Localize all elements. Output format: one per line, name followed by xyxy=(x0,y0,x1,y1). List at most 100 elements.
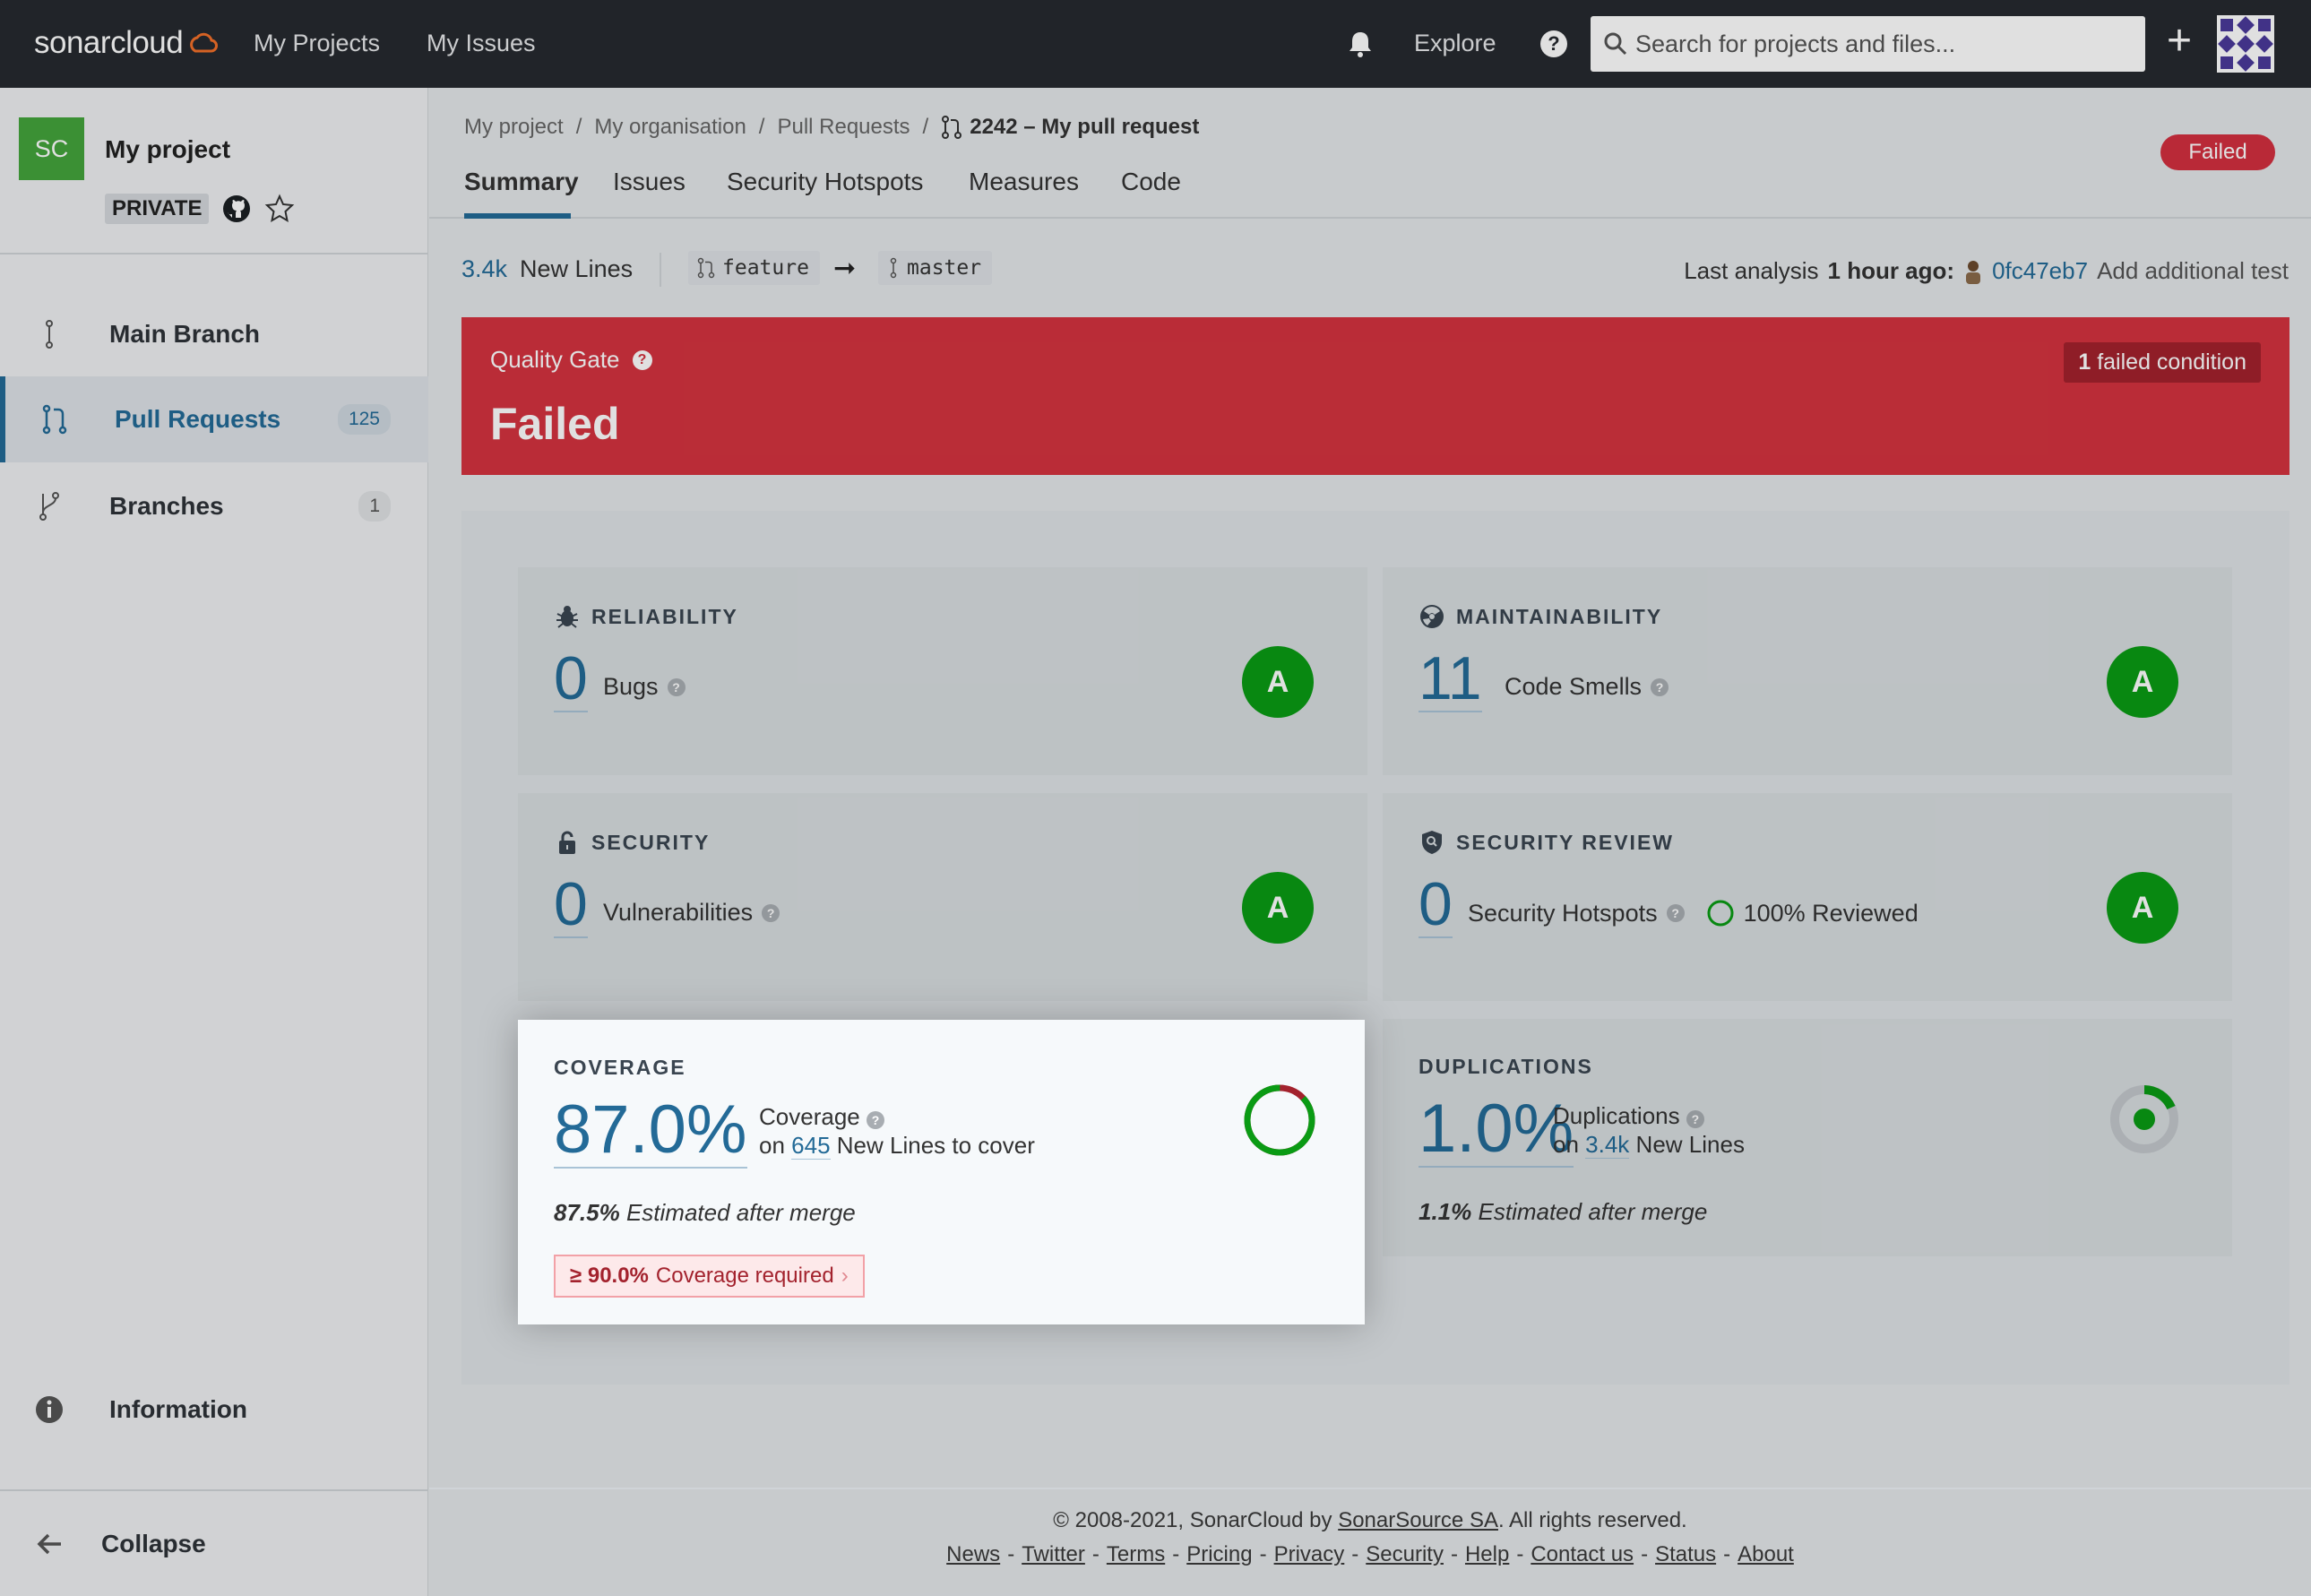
github-icon[interactable] xyxy=(221,194,252,224)
arrow-left-icon xyxy=(37,1533,61,1555)
tab-measures[interactable]: Measures xyxy=(969,168,1079,196)
main-branch-icon xyxy=(890,257,897,279)
copyright-suffix: . All rights reserved. xyxy=(1497,1508,1687,1532)
commit-message: Add additional test xyxy=(2097,257,2289,284)
coverage-gauge-icon xyxy=(1244,1084,1315,1156)
sidebar-item-main-branch[interactable]: Main Branch xyxy=(0,291,428,377)
failed-conditions-badge[interactable]: 1 failed condition xyxy=(2064,342,2261,383)
security-hotspots-count[interactable]: 0 xyxy=(1419,872,1453,938)
new-lines-summary: 3.4k New Lines xyxy=(461,255,633,283)
author-avatar xyxy=(1966,260,1981,284)
tab-code[interactable]: Code xyxy=(1121,168,1181,196)
pull-request-icon xyxy=(42,404,67,435)
footer-link-terms[interactable]: Terms xyxy=(1107,1542,1165,1566)
breadcrumb-pull-requests[interactable]: Pull Requests xyxy=(777,115,910,140)
footer-link-security[interactable]: Security xyxy=(1366,1542,1444,1566)
project-name[interactable]: My project xyxy=(105,135,230,164)
quality-gate-title: Quality Gate ? xyxy=(490,346,652,374)
help-icon[interactable]: ? xyxy=(1666,904,1685,922)
coverage-required-label: Coverage required xyxy=(655,1264,834,1288)
create-plus-button[interactable]: + xyxy=(2167,20,2192,63)
duplications-lines-link[interactable]: 3.4k xyxy=(1585,1131,1630,1159)
notifications-bell-icon[interactable] xyxy=(1347,30,1374,58)
help-icon[interactable]: ? xyxy=(1540,30,1567,57)
reliability-label: RELIABILITY xyxy=(591,604,738,628)
code-smells-count[interactable]: 11 xyxy=(1419,646,1482,712)
sidebar-item-information[interactable]: Information xyxy=(0,1367,428,1453)
code-smell-icon xyxy=(1420,605,1444,628)
coverage-label: Coverage xyxy=(759,1103,860,1130)
sonarsource-link[interactable]: SonarSource SA xyxy=(1338,1508,1498,1532)
collapse-sidebar-button[interactable]: Collapse xyxy=(0,1501,428,1587)
search-placeholder: Search for projects and files... xyxy=(1635,30,1956,57)
nav-my-projects[interactable]: My Projects xyxy=(254,30,380,57)
vulnerabilities-label: Vulnerabilities ? xyxy=(603,899,780,927)
coverage-required-value: ≥ 90.0% xyxy=(570,1264,649,1288)
footer-link-about[interactable]: About xyxy=(1738,1542,1794,1566)
vulnerabilities-text: Vulnerabilities xyxy=(603,899,754,926)
analysis-time: 1 hour ago: xyxy=(1827,257,1955,284)
pull-request-title: 2242 – My pull request xyxy=(970,115,1200,139)
duplications-value[interactable]: 1.0% xyxy=(1419,1092,1574,1168)
breadcrumb-current: 2242 – My pull request xyxy=(941,115,1199,140)
footer-link-status[interactable]: Status xyxy=(1655,1542,1716,1566)
security-review-label: SECURITY REVIEW xyxy=(1456,830,1674,854)
footer-link-privacy[interactable]: Privacy xyxy=(1274,1542,1345,1566)
bugs-count[interactable]: 0 xyxy=(554,646,588,712)
sidebar-item-label: Information xyxy=(109,1395,247,1423)
global-search-input[interactable]: Search for projects and files... xyxy=(1591,16,2145,72)
security-rating[interactable]: A xyxy=(1242,872,1314,944)
duplications-lines-label: New Lines xyxy=(1635,1131,1745,1158)
coverage-required-condition[interactable]: ≥ 90.0% Coverage required › xyxy=(554,1255,865,1298)
collapse-label: Collapse xyxy=(101,1530,206,1557)
help-icon[interactable]: ? xyxy=(1686,1110,1704,1128)
footer-link-help[interactable]: Help xyxy=(1465,1542,1509,1566)
breadcrumb-organisation[interactable]: My organisation xyxy=(594,115,746,140)
top-navigation-bar: sonar cloud My Projects My Issues Explore… xyxy=(0,0,2311,88)
user-avatar[interactable] xyxy=(2217,15,2274,73)
sidebar-item-pull-requests[interactable]: Pull Requests 125 xyxy=(0,376,428,462)
help-icon[interactable]: ? xyxy=(866,1111,884,1129)
nav-my-issues[interactable]: My Issues xyxy=(427,30,536,57)
sonarcloud-logo[interactable]: sonar cloud xyxy=(34,25,219,61)
tab-summary[interactable]: Summary xyxy=(464,168,579,196)
coverage-estimate-value: 87.5% xyxy=(554,1199,620,1226)
maintainability-rating[interactable]: A xyxy=(2107,646,2178,718)
reliability-title: RELIABILITY xyxy=(554,603,738,630)
duplications-detail: Duplications ? on 3.4k New Lines xyxy=(1553,1101,1745,1159)
duplications-estimate-label: Estimated after merge xyxy=(1478,1198,1708,1225)
footer-link-pricing[interactable]: Pricing xyxy=(1186,1542,1252,1566)
security-card: SECURITY 0 Vulnerabilities ? A xyxy=(518,793,1367,1001)
bugs-text: Bugs xyxy=(603,673,659,700)
help-icon[interactable]: ? xyxy=(632,349,652,370)
help-icon[interactable]: ? xyxy=(762,903,780,922)
footer-link-contact[interactable]: Contact us xyxy=(1531,1542,1634,1566)
footer-link-twitter[interactable]: Twitter xyxy=(1022,1542,1085,1566)
pull-requests-count-badge: 125 xyxy=(337,404,391,435)
coverage-lines-link[interactable]: 645 xyxy=(791,1132,831,1160)
help-icon[interactable]: ? xyxy=(1651,677,1669,696)
reliability-rating[interactable]: A xyxy=(1242,646,1314,718)
pull-request-icon xyxy=(942,116,962,139)
footer-link-news[interactable]: News xyxy=(946,1542,1000,1566)
coverage-value[interactable]: 87.0% xyxy=(554,1093,747,1169)
sidebar-item-branches[interactable]: Branches 1 xyxy=(0,463,428,549)
reviewed-percent: 100% Reviewed xyxy=(1743,899,1919,927)
nav-explore[interactable]: Explore xyxy=(1414,30,1496,57)
tab-issues[interactable]: Issues xyxy=(613,168,686,196)
on-text: on xyxy=(1553,1131,1579,1158)
breadcrumb-project[interactable]: My project xyxy=(464,115,564,140)
help-icon[interactable]: ? xyxy=(667,677,686,696)
copyright: © 2008-2021, SonarCloud by SonarSource S… xyxy=(429,1508,2311,1533)
security-review-rating[interactable]: A xyxy=(2107,872,2178,944)
footer-links: News - Twitter - Terms - Pricing - Privacy - Secur… xyxy=(946,1542,1794,1566)
breadcrumb-separator: / xyxy=(758,115,765,139)
new-lines-value[interactable]: 3.4k xyxy=(461,255,507,283)
lock-icon xyxy=(559,831,575,854)
tab-security-hotspots[interactable]: Security Hotspots xyxy=(727,168,923,196)
duplications-card: DUPLICATIONS 1.0% Duplications ? on 3.4k… xyxy=(1383,1019,2232,1256)
commit-hash-link[interactable]: 0fc47eb7 xyxy=(1992,257,2088,285)
vulnerabilities-count[interactable]: 0 xyxy=(554,872,588,938)
favorite-star-icon[interactable] xyxy=(264,194,295,224)
branch-icon xyxy=(39,492,59,521)
